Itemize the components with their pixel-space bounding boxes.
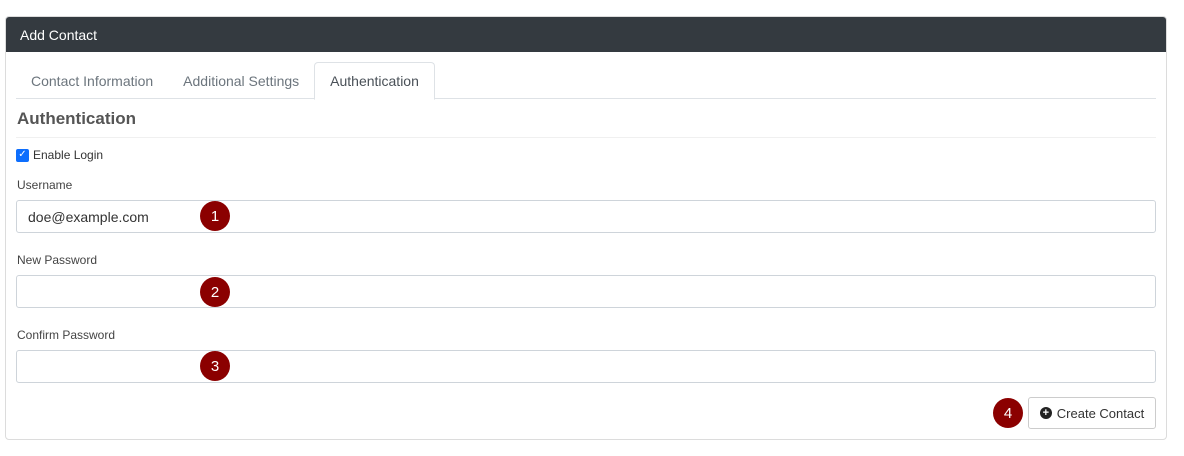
- section-title: Authentication: [17, 109, 136, 128]
- new-password-field[interactable]: [16, 275, 1156, 308]
- section-divider: [16, 137, 1156, 138]
- create-contact-button[interactable]: + Create Contact: [1028, 397, 1156, 429]
- tab-bar: Contact Information Additional Settings …: [16, 62, 1156, 100]
- step-badge-1: 1: [200, 201, 230, 231]
- step-badge-4: 4: [993, 398, 1023, 428]
- add-contact-panel: Add Contact Contact Information Addition…: [5, 16, 1167, 440]
- enable-login-checkbox[interactable]: ✓: [16, 148, 29, 162]
- enable-login-row[interactable]: ✓ Enable Login: [16, 148, 103, 162]
- panel-header: Add Contact: [6, 17, 1166, 52]
- tab-authentication[interactable]: Authentication: [314, 62, 435, 100]
- confirm-password-label: Confirm Password: [17, 328, 116, 342]
- enable-login-label: Enable Login: [33, 148, 104, 162]
- new-password-label: New Password: [17, 253, 98, 267]
- step-badge-2: 2: [200, 277, 230, 307]
- plus-circle-icon: +: [1039, 407, 1052, 419]
- username-field[interactable]: [16, 200, 1156, 233]
- confirm-password-field[interactable]: [16, 350, 1156, 383]
- create-contact-label: Create Contact: [1056, 405, 1145, 421]
- panel-title: Add Contact: [20, 26, 98, 43]
- username-label: Username: [17, 178, 73, 192]
- tab-contact-information[interactable]: Contact Information: [16, 62, 168, 99]
- tab-additional-settings[interactable]: Additional Settings: [168, 62, 314, 99]
- step-badge-3: 3: [200, 351, 230, 381]
